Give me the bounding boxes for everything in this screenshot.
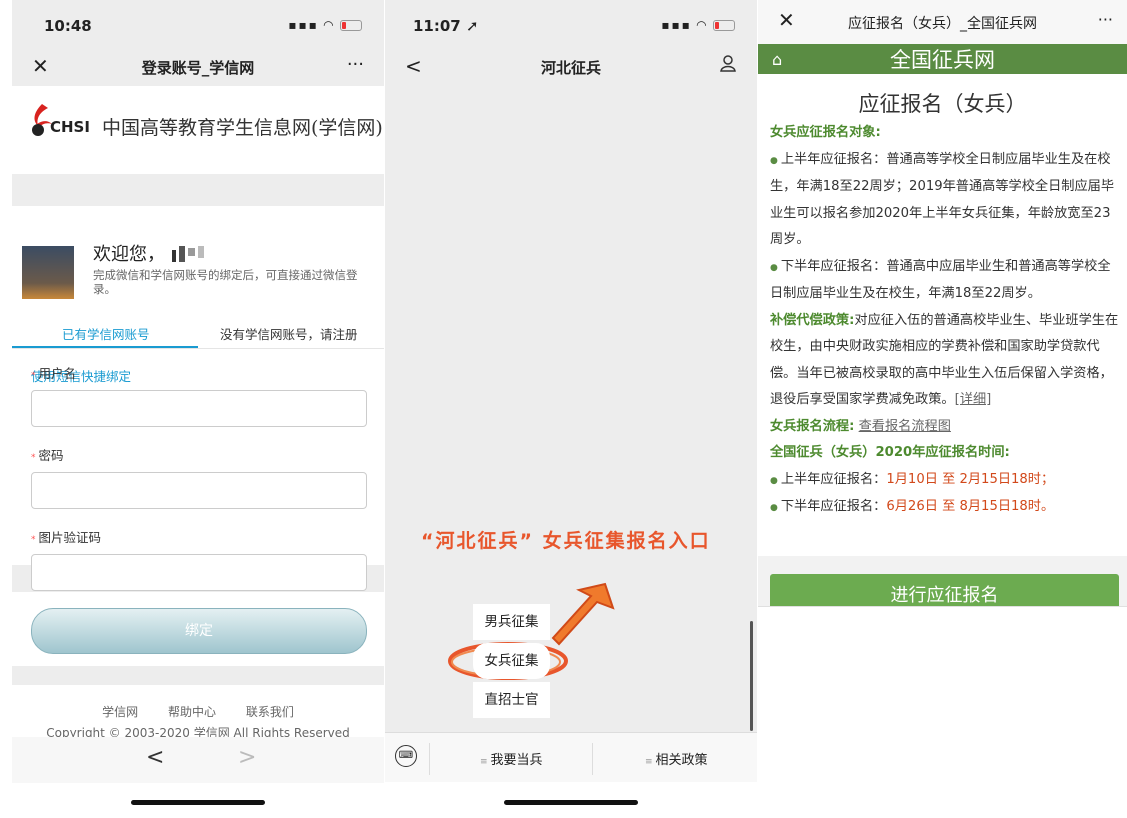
password-input[interactable] <box>31 472 367 509</box>
footer-link-help[interactable]: 帮助中心 <box>168 705 216 719</box>
status-time: 11:07 ➚ <box>413 17 479 35</box>
password-label: * 密码 <box>31 448 64 463</box>
battery-icon <box>340 19 362 31</box>
status-time: 10:48 <box>44 17 92 35</box>
footer-link-contact[interactable]: 联系我们 <box>246 705 294 719</box>
username-label: * 用户名 <box>31 366 77 381</box>
footer: 学信网 帮助中心 联系我们 Copyright © 2003-2020 学信网 … <box>12 685 384 740</box>
browser-nav: < > <box>12 737 384 783</box>
menu-item-nco[interactable]: 直招士官 <box>473 682 550 718</box>
username-blurred <box>172 246 204 262</box>
nav-bar: ✕ 登录账号_学信网 ··· <box>12 48 384 86</box>
flow-row: 女兵报名流程: 查看报名流程图 <box>770 418 951 434</box>
back-icon[interactable]: < <box>146 745 164 770</box>
keyboard-icon[interactable]: ⌨ <box>395 745 417 767</box>
status-icons: ▪▪▪ ◠ <box>661 18 735 32</box>
home-indicator[interactable] <box>504 800 638 805</box>
wifi-icon: ◠ <box>696 18 708 32</box>
female-enlist-screen: ✕ 应征报名（女兵）_全国征兵网 ··· ⌂ 全国征兵网 应征报名（女兵） 女兵… <box>758 0 1127 818</box>
logo-text: CHSI <box>50 118 90 136</box>
nav-bar: ✕ 应征报名（女兵）_全国征兵网 ··· <box>758 0 1127 44</box>
tab-register[interactable]: 没有学信网账号，请注册 <box>220 324 358 343</box>
site-name: 全国征兵网 <box>890 48 995 72</box>
more-icon[interactable]: ··· <box>1098 10 1113 29</box>
enlist-button[interactable]: 进行应征报名 <box>770 574 1119 606</box>
avatar <box>22 246 74 299</box>
captcha-label: * 图片验证码 <box>31 530 102 545</box>
home-indicator[interactable] <box>131 800 265 805</box>
section-target: 女兵应征报名对象: ● 上半年应征报名：普通高等学校全日制应届毕业生及在校生，年满… <box>770 120 1120 522</box>
signal-icon: ▪▪▪ <box>288 18 319 32</box>
flow-chart-link[interactable]: 查看报名流程图 <box>859 419 951 434</box>
schedule-heading: 全国征兵（女兵）2020年应征报名时间: <box>770 445 1010 460</box>
schedule-second: ● 下半年应征报名：6月26日 至 8月15日18时。 <box>770 499 1055 514</box>
username-input[interactable] <box>31 390 367 427</box>
wifi-icon: ◠ <box>323 18 335 32</box>
para-first-half: ● 上半年应征报名：普通高等学校全日制应届毕业生及在校生，年满18至22周岁；20… <box>770 151 1115 248</box>
menu-policy[interactable]: ≡ 相关政策 <box>645 749 708 768</box>
page-title: 应征报名（女兵）_全国征兵网 <box>848 16 1037 32</box>
article-heading: 应征报名（女兵） <box>858 92 1027 116</box>
welcome-subtext: 完成微信和学信网账号的绑定后，可直接通过微信登录。 <box>93 268 358 296</box>
site-banner: ⌂ 全国征兵网 <box>758 44 1127 74</box>
para-compensation: 补偿代偿政策:对应征入伍的普通高校毕业生、毕业班学生在校生，由中央财政实施相应的… <box>770 312 1119 408</box>
menu-item-female[interactable]: 女兵征集 <box>473 643 550 679</box>
welcome-text: 欢迎您， <box>93 244 165 265</box>
page-title: 河北征兵 <box>540 59 601 77</box>
para-second-half: ● 下半年应征报名：普通高中应届毕业生和普通高等学校全日制应届毕业生及在校生，年满… <box>770 258 1111 302</box>
banner-text: “河北征兵” 女兵征集报名入口 <box>421 530 711 552</box>
tab-has-account[interactable]: 已有学信网账号 <box>62 324 150 343</box>
scrollbar[interactable] <box>750 621 753 731</box>
nav-bar: < 河北征兵 <box>385 48 757 86</box>
account-tabs: 已有学信网账号 没有学信网账号，请注册 <box>12 318 384 349</box>
battery-icon <box>713 19 735 31</box>
page-title: 登录账号_学信网 <box>141 59 255 77</box>
hebei-recruit-screen: 11:07 ➚ ▪▪▪ ◠ < 河北征兵 “河北征兵” 女兵征集报名入口 男兵征… <box>385 0 757 818</box>
status-bar: 10:48 ▪▪▪ ◠ <box>12 0 384 48</box>
profile-icon[interactable] <box>719 54 737 77</box>
bind-button[interactable]: 绑定 <box>31 608 367 654</box>
chat-body: “河北征兵” 女兵征集报名入口 男兵征集 女兵征集 直招士官 <box>385 86 757 732</box>
schedule-first: ● 上半年应征报名：1月10日 至 2月15日18时； <box>770 471 1055 487</box>
bottom-menu: ⌨ ≡ 我要当兵 ≡ 相关政策 <box>385 732 757 783</box>
menu-join-army[interactable]: ≡ 我要当兵 <box>480 749 543 768</box>
site-name: 中国高等教育学生信息网(学信网) <box>102 117 383 139</box>
tab-indicator <box>12 346 198 348</box>
status-bar: 11:07 ➚ ▪▪▪ ◠ <box>385 0 757 48</box>
detail-link[interactable]: [详细] <box>955 392 992 407</box>
footer-link-chsi[interactable]: 学信网 <box>102 705 138 719</box>
chsi-login-screen: 10:48 ▪▪▪ ◠ ✕ 登录账号_学信网 ··· CHSI 中国高等教育学生… <box>12 0 384 818</box>
site-header: CHSI 中国高等教育学生信息网(学信网) <box>12 86 384 174</box>
forward-icon[interactable]: > <box>238 745 256 770</box>
captcha-input[interactable] <box>31 554 367 591</box>
status-icons: ▪▪▪ ◠ <box>288 18 362 32</box>
arrow-icon <box>551 582 615 646</box>
article: 应征报名（女兵） 女兵应征报名对象: ● 上半年应征报名：普通高等学校全日制应届毕… <box>758 74 1127 556</box>
signal-icon: ▪▪▪ <box>661 18 692 32</box>
bind-form: 欢迎您， 完成微信和学信网账号的绑定后，可直接通过微信登录。 已有学信网账号 没… <box>12 206 384 565</box>
more-icon[interactable]: ··· <box>347 54 364 75</box>
